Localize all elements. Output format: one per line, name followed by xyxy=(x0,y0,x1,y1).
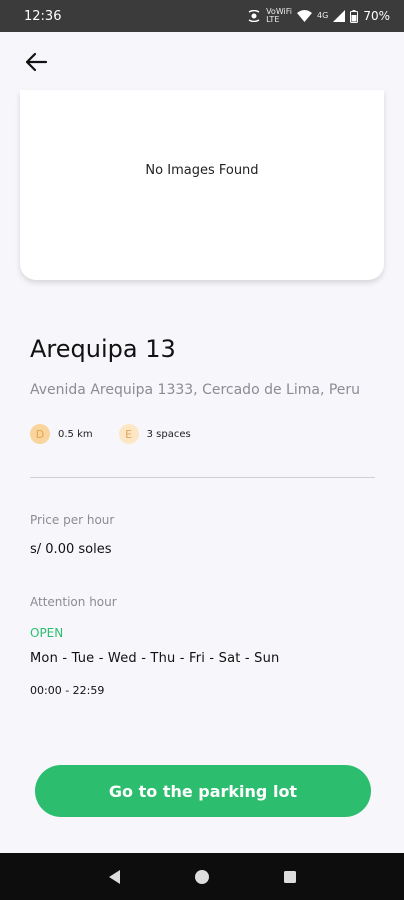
attention-label: Attention hour xyxy=(30,595,117,609)
attention-days: Mon - Tue - Wed - Thu - Fri - Sat - Sun xyxy=(30,651,280,666)
nav-back-button[interactable] xyxy=(102,865,126,889)
parking-address: Avenida Arequipa 1333, Cercado de Lima, … xyxy=(30,382,361,398)
wifi-icon xyxy=(297,10,313,22)
app-header xyxy=(0,32,404,90)
price-label: Price per hour xyxy=(30,513,115,527)
open-status: OPEN xyxy=(30,626,64,640)
status-bar: 12:36 VoWiFi LTE 4G 70% xyxy=(0,0,404,32)
spaces-chip: E 3 spaces xyxy=(118,424,191,444)
vowifi-lte-badge: VoWiFi LTE xyxy=(266,8,292,24)
back-button[interactable] xyxy=(22,48,50,76)
spaces-icon: E xyxy=(118,424,139,444)
recents-square-icon xyxy=(284,870,296,883)
back-arrow-icon xyxy=(25,52,48,72)
image-gallery-card[interactable]: No Images Found xyxy=(20,90,384,280)
distance-icon: D xyxy=(30,424,50,444)
attention-hours: 00:00 - 22:59 xyxy=(30,684,105,697)
price-value: s/ 0.00 soles xyxy=(30,542,112,557)
distance-chip: D 0.5 km xyxy=(30,424,93,444)
back-triangle-icon xyxy=(109,869,120,884)
no-images-text: No Images Found xyxy=(145,162,259,178)
nav-recents-button[interactable] xyxy=(278,865,302,889)
divider xyxy=(30,477,375,478)
signal-icon xyxy=(333,10,346,22)
parking-title: Arequipa 13 xyxy=(30,335,176,363)
go-to-parking-button[interactable]: Go to the parking lot xyxy=(35,765,371,817)
spaces-text: 3 spaces xyxy=(146,428,191,440)
status-time: 12:36 xyxy=(24,8,62,24)
parking-info-row: D 0.5 km E 3 spaces xyxy=(30,424,217,444)
network-type-label: 4G xyxy=(317,11,329,20)
status-icons: VoWiFi LTE 4G 70% xyxy=(247,8,390,24)
battery-icon xyxy=(350,9,359,23)
home-circle-icon xyxy=(195,869,209,884)
system-nav-bar xyxy=(0,853,404,900)
distance-text: 0.5 km xyxy=(58,428,93,440)
nav-home-button[interactable] xyxy=(190,865,214,889)
network-small-bottom: LTE xyxy=(266,15,280,24)
screen-mirror-icon xyxy=(248,10,260,22)
battery-percent: 70% xyxy=(363,9,390,23)
